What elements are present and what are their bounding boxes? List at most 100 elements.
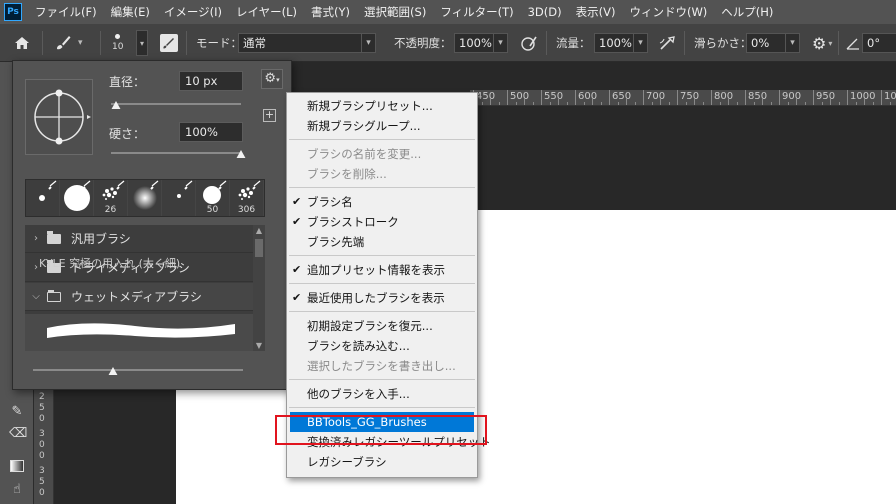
flyout-menu-item[interactable]: ✔ 追加プリセット情報を表示 — [287, 260, 477, 280]
brush-group-row[interactable]: ⌵ ウェットメディアブラシ — [25, 283, 253, 311]
flow-input[interactable]: 100% — [594, 33, 634, 53]
menu-divider — [289, 139, 475, 140]
brush-size-picker[interactable]: 10 — [112, 24, 123, 62]
flyout-menu-item[interactable]: ✔ ブラシストローク — [287, 212, 477, 232]
gradient-tool-icon[interactable] — [9, 458, 25, 474]
flyout-menu-item-label: ブラシの名前を変更... — [307, 147, 422, 161]
angle-control[interactable]: 0° — [862, 24, 896, 62]
menu-item[interactable]: 選択範囲(S) — [357, 0, 433, 24]
diameter-slider[interactable] — [111, 103, 241, 105]
hardness-slider-thumb[interactable] — [236, 150, 246, 158]
scroll-thumb[interactable] — [255, 239, 263, 257]
menu-item[interactable]: イメージ(I) — [157, 0, 229, 24]
preview-size-slider[interactable] — [33, 369, 243, 371]
angle-input[interactable]: 0° — [862, 33, 896, 53]
preview-size-slider-thumb[interactable] — [108, 367, 118, 375]
flyout-menu-item[interactable]: ✔ 最近使用したブラシを表示 — [287, 288, 477, 308]
recent-brush-hard-medium[interactable]: 50 — [196, 180, 230, 216]
flyout-menu-item[interactable]: 他のブラシを入手... — [287, 384, 477, 404]
brush-panel-gear-button[interactable]: ⚙▾ — [261, 69, 283, 89]
recent-brush-hard-small[interactable] — [26, 180, 60, 216]
chevron-down-icon[interactable]: ▾ — [78, 38, 83, 48]
menu-item[interactable]: ヘルプ(H) — [714, 0, 780, 24]
brush-tool-icon[interactable]: ✎ — [9, 404, 25, 420]
ruler-label: 5 — [39, 477, 45, 487]
smoothing-label: 滑らかさ： — [694, 36, 752, 50]
horizontal-ruler: 450 500 550 600 650 700 750 800 850 900 950 1000 105 — [470, 90, 896, 106]
recent-brush-hard-tiny[interactable] — [162, 180, 196, 216]
brush-tool-icon[interactable]: ▾ — [54, 24, 83, 62]
flyout-menu-item[interactable]: ✔ ブラシ名 — [287, 192, 477, 212]
new-preset-button[interactable]: + — [263, 109, 276, 122]
checkmark-icon: ✔ — [292, 195, 302, 208]
brush-group-label: 汎用ブラシ — [71, 232, 131, 246]
flyout-menu-item[interactable]: ブラシを読み込む... — [287, 336, 477, 356]
plus-icon: + — [264, 108, 275, 121]
eraser-tool-icon[interactable]: ⌫ — [9, 426, 27, 442]
flow-control[interactable]: 100% ▾ — [594, 24, 648, 62]
pressure-opacity-icon[interactable] — [520, 24, 538, 62]
brush-list-scrollbar[interactable]: ▲ ▼ — [253, 225, 265, 351]
photoshop-logo-icon: Ps — [4, 3, 22, 21]
brush-stroke-preview-item[interactable] — [25, 314, 253, 351]
folder-icon — [47, 230, 61, 244]
brush-tip-preview[interactable] — [25, 79, 93, 155]
flyout-menu-item[interactable]: 新規ブラシグループ... — [287, 116, 477, 136]
menu-item[interactable]: ファイル(F) — [28, 0, 104, 24]
mode-select[interactable]: 通常 ▾ — [238, 24, 376, 62]
scroll-down-icon[interactable]: ▼ — [254, 341, 264, 350]
recent-brush-splatter[interactable]: 306 — [230, 180, 264, 216]
chevron-down-icon[interactable]: ▾ — [494, 33, 508, 53]
opacity-input[interactable]: 100% — [454, 33, 494, 53]
brush-group-list: › 汎用ブラシ › ドライメディアブラシ ⌵ ウェットメディアブラシ KYLE 究極の用入… — [25, 225, 253, 351]
diameter-slider-thumb[interactable] — [111, 101, 121, 109]
mode-value[interactable]: 通常 — [238, 33, 362, 53]
menu-divider — [289, 379, 475, 380]
flyout-menu-item-label: 初期設定ブラシを復元... — [307, 319, 433, 333]
ruler-label: 0 — [39, 440, 45, 450]
recent-brush-hard-large[interactable] — [60, 180, 94, 216]
home-icon[interactable] — [14, 24, 30, 62]
smoothing-options-gear-icon[interactable]: ⚙ ▾ — [812, 24, 832, 62]
airbrush-icon[interactable] — [658, 24, 678, 62]
menu-item[interactable]: レイヤー(L) — [229, 0, 304, 24]
flyout-menu-item[interactable]: ブラシ先端 — [287, 232, 477, 252]
menu-item[interactable]: 書式(Y) — [304, 0, 357, 24]
flyout-menu-item[interactable]: 新規ブラシプリセット... — [287, 96, 477, 116]
smoothing-control[interactable]: 0% ▾ — [746, 24, 800, 62]
chevron-down-icon[interactable]: ⌵ — [25, 291, 47, 302]
smoothing-input[interactable]: 0% — [746, 33, 786, 53]
menu-item[interactable]: 編集(E) — [104, 0, 157, 24]
flyout-menu-item-label: レガシーブラシ — [307, 455, 387, 469]
hardness-input[interactable]: 100% — [179, 122, 243, 142]
ruler-label: 0 — [39, 451, 45, 461]
brush-picker-dropdown[interactable]: ▾ — [136, 24, 148, 62]
smudge-tool-icon[interactable]: ☝ — [9, 482, 25, 498]
brush-group-row[interactable]: › 汎用ブラシ — [25, 225, 253, 253]
flyout-menu-item-label: 追加プリセット情報を表示 — [307, 263, 445, 277]
hardness-slider[interactable] — [111, 152, 241, 154]
ruler-label: 800 — [714, 91, 734, 102]
flyout-menu-item[interactable]: 初期設定ブラシを復元... — [287, 316, 477, 336]
scroll-up-icon[interactable]: ▲ — [254, 226, 264, 235]
chevron-down-icon[interactable]: ▾ — [362, 33, 376, 53]
menu-item[interactable]: 表示(V) — [569, 0, 623, 24]
menu-item[interactable]: 3D(D) — [521, 0, 569, 24]
diameter-input[interactable]: 10 px — [179, 71, 243, 91]
ruler-label: 105 — [884, 91, 896, 102]
flyout-menu-item[interactable]: レガシーブラシ — [287, 452, 477, 472]
recent-brush-splatter[interactable]: 26 — [94, 180, 128, 216]
brush-size-label: 50 — [206, 205, 219, 215]
chevron-right-icon[interactable]: › — [25, 233, 47, 244]
menu-item[interactable]: フィルター(T) — [433, 0, 520, 24]
chevron-down-icon[interactable]: ▾ — [786, 33, 800, 53]
ruler-label: 0 — [39, 488, 45, 498]
brush-size-value: 10 — [112, 42, 124, 52]
hardness-label: 硬さ： — [109, 127, 146, 141]
recent-brush-soft[interactable] — [128, 180, 162, 216]
opacity-control[interactable]: 100% ▾ — [454, 24, 508, 62]
menu-item[interactable]: ウィンドウ(W) — [622, 0, 714, 24]
chevron-down-icon[interactable]: ▾ — [634, 33, 648, 53]
menu-divider — [289, 311, 475, 312]
brush-settings-panel-icon[interactable] — [160, 24, 178, 62]
